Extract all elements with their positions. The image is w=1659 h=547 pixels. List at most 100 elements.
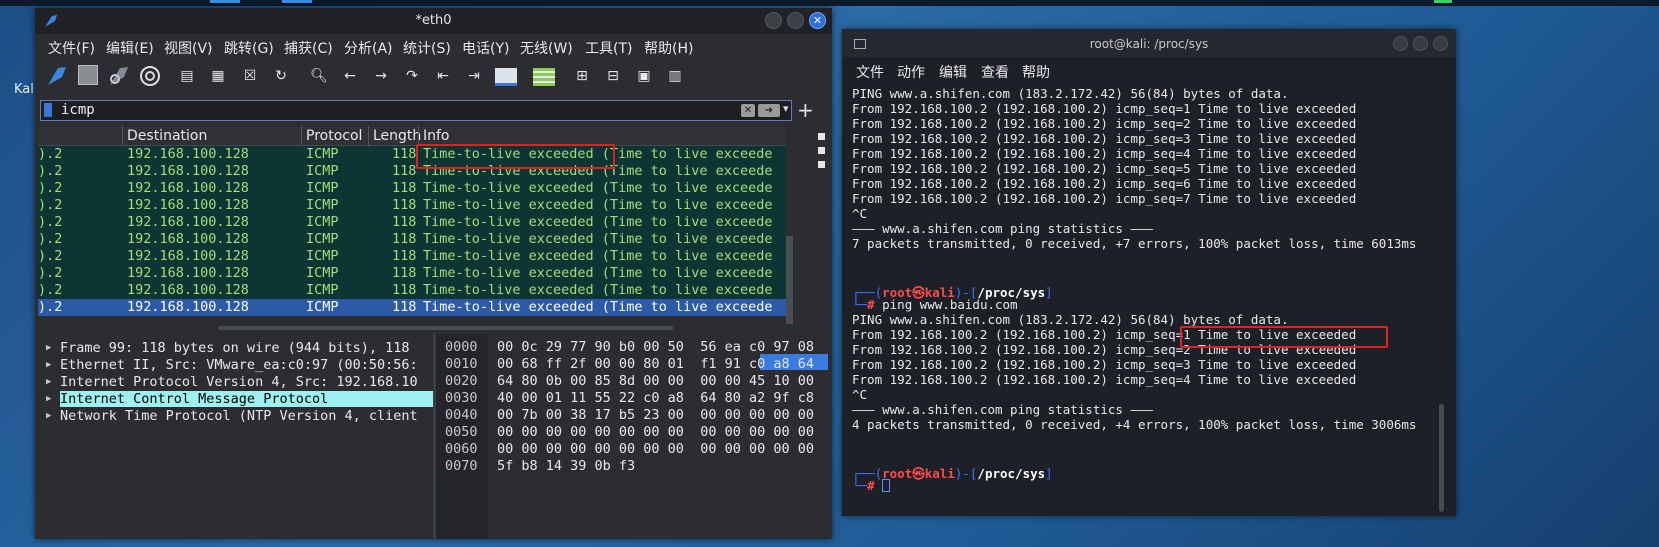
column-length[interactable]: Length <box>373 128 421 144</box>
hex-bytes: 5f b8 14 39 0b f3 <box>497 458 636 474</box>
menu-edit[interactable]: 编辑 <box>939 62 967 82</box>
packet-row[interactable]: ).2 192.168.100.128 ICMP 118 Time-to-live ex… <box>38 163 788 180</box>
packet-cell-src: ).2 <box>38 282 63 298</box>
details-row-ntp[interactable]: ▶ Network Time Protocol (NTP Version 4, c… <box>38 408 433 425</box>
horizontal-scrollbar[interactable] <box>218 326 673 330</box>
expand-arrow-icon[interactable]: ▶ <box>46 357 51 374</box>
go-to-packet-icon[interactable]: ↷ <box>402 66 422 86</box>
packet-list-scrollbar[interactable] <box>786 126 793 324</box>
find-packet-icon[interactable]: 🔍︎ <box>309 66 329 86</box>
auto-scroll-icon[interactable] <box>495 68 517 86</box>
packet-row[interactable]: ).2 192.168.100.128 ICMP 118 Time-to-live ex… <box>38 299 788 316</box>
menu-file[interactable]: 文件(F) <box>48 38 95 58</box>
close-file-icon[interactable]: ☒ <box>240 66 260 86</box>
last-packet-icon[interactable]: ⇥ <box>464 66 484 86</box>
packet-row[interactable]: ).2 192.168.100.128 ICMP 118 Time-to-live ex… <box>38 248 788 265</box>
expand-arrow-icon[interactable]: ▶ <box>46 374 51 391</box>
zoom-out-icon[interactable]: ⊟ <box>603 66 623 86</box>
terminal-menu-bar: 文件 动作 编辑 查看 帮助 <box>842 59 1456 81</box>
details-row-frame[interactable]: ▶ Frame 99: 118 bytes on wire (944 bits),… <box>38 340 433 357</box>
text-cursor[interactable] <box>882 479 891 492</box>
menu-actions[interactable]: 动作 <box>897 62 925 82</box>
network-meter <box>1434 0 1452 3</box>
command-text: ping www.baidu.com <box>882 297 1018 312</box>
expand-arrow-icon[interactable]: ▶ <box>46 340 51 357</box>
menu-help[interactable]: 帮助(H) <box>644 38 693 58</box>
hex-bytes: 00 68 ff 2f 00 00 80 01 f1 91 c0 a8 64 <box>497 356 814 372</box>
menu-view[interactable]: 视图(V) <box>164 38 213 58</box>
menu-statistics[interactable]: 统计(S) <box>403 38 451 58</box>
close-button[interactable] <box>1433 36 1448 51</box>
terminal-output-line: ——— www.a.shifen.com ping statistics ——— <box>852 221 1154 236</box>
first-packet-icon[interactable]: ⇤ <box>433 66 453 86</box>
expand-arrow-icon[interactable]: ▶ <box>46 408 51 425</box>
bookmark-icon[interactable] <box>44 103 52 117</box>
desktop-icon-label[interactable]: Kal <box>14 82 34 97</box>
packet-row[interactable]: ).2 192.168.100.128 ICMP 118 Time-to-live ex… <box>38 214 788 231</box>
packet-row[interactable]: ).2 192.168.100.128 ICMP 118 Time-to-live ex… <box>38 265 788 282</box>
menu-telephony[interactable]: 电话(Y) <box>462 38 509 58</box>
packet-cell-proto: ICMP <box>306 163 339 179</box>
packet-row[interactable]: ).2 192.168.100.128 ICMP 118 Time-to-live ex… <box>38 146 788 163</box>
packet-row[interactable]: ).2 192.168.100.128 ICMP 118 Time-to-live ex… <box>38 197 788 214</box>
packet-row[interactable]: ).2 192.168.100.128 ICMP 118 Time-to-live ex… <box>38 231 788 248</box>
details-row-ethernet[interactable]: ▶ Ethernet II, Src: VMware_ea:c0:97 (00:5… <box>38 357 433 374</box>
zoom-in-icon[interactable]: ⊞ <box>572 66 592 86</box>
close-button[interactable]: ✕ <box>809 12 826 29</box>
packet-cell-dst: 192.168.100.128 <box>127 214 249 230</box>
packet-cell-src: ).2 <box>38 231 63 247</box>
menu-tools[interactable]: 工具(T) <box>585 38 632 58</box>
menu-go[interactable]: 跳转(G) <box>224 38 274 58</box>
minimize-button[interactable] <box>1393 36 1408 51</box>
menu-wireless[interactable]: 无线(W) <box>520 38 573 58</box>
maximize-button[interactable] <box>1413 36 1428 51</box>
column-protocol[interactable]: Protocol <box>306 128 362 144</box>
column-info[interactable]: Info <box>423 128 450 144</box>
packet-cell-dst: 192.168.100.128 <box>127 282 249 298</box>
packet-cell-info: Time-to-live exceeded (Time to live exce… <box>423 265 773 281</box>
details-row-icmp[interactable]: ▶ Internet Control Message Protocol <box>38 391 433 408</box>
menu-capture[interactable]: 捕获(C) <box>284 38 333 58</box>
filter-history-dropdown-icon[interactable]: ▾ <box>783 102 789 115</box>
stop-capture-icon[interactable] <box>78 65 98 85</box>
capture-options-icon[interactable] <box>138 64 162 88</box>
column-destination[interactable]: Destination <box>127 128 207 144</box>
menu-help[interactable]: 帮助 <box>1022 62 1050 82</box>
apply-filter-icon[interactable]: ➜ <box>758 104 780 117</box>
go-back-icon[interactable]: ← <box>340 66 360 86</box>
packet-cell-src: ).2 <box>38 265 63 281</box>
reload-file-icon[interactable]: ↻ <box>271 66 291 86</box>
restart-capture-icon[interactable] <box>107 64 131 88</box>
terminal-scrollbar[interactable] <box>1439 404 1444 512</box>
packet-cell-proto: ICMP <box>306 231 339 247</box>
save-file-icon[interactable]: ▦ <box>208 66 228 86</box>
start-capture-icon[interactable] <box>45 64 69 88</box>
colorize-icon[interactable] <box>533 68 555 86</box>
menu-view[interactable]: 查看 <box>981 62 1009 82</box>
open-file-icon[interactable]: ▤ <box>177 66 197 86</box>
display-filter-bar[interactable]: icmp ✕ ➜ ▾ <box>40 100 792 121</box>
display-filter-input[interactable]: icmp <box>61 102 95 118</box>
expand-arrow-icon[interactable]: ▶ <box>46 391 51 408</box>
packet-cell-info: Time-to-live exceeded (Time to live exce… <box>423 282 773 298</box>
window-titlebar[interactable]: *eth0 ✕ <box>35 8 832 34</box>
minimize-button[interactable] <box>765 12 782 29</box>
menu-edit[interactable]: 编辑(E) <box>106 38 154 58</box>
menu-file[interactable]: 文件 <box>856 62 884 82</box>
clear-filter-icon[interactable]: ✕ <box>741 104 755 117</box>
resize-columns-icon[interactable]: ▥ <box>665 66 685 86</box>
terminal-output-line: ——— www.a.shifen.com ping statistics ——— <box>852 402 1154 417</box>
terminal-titlebar[interactable]: root@kali: /proc/sys <box>842 29 1456 57</box>
packet-row[interactable]: ).2 192.168.100.128 ICMP 118 Time-to-live ex… <box>38 282 788 299</box>
normal-size-icon[interactable]: ▣ <box>634 66 654 86</box>
add-filter-button-icon[interactable]: + <box>797 98 814 122</box>
menu-analyze[interactable]: 分析(A) <box>344 38 393 58</box>
packet-cell-dst: 192.168.100.128 <box>127 299 249 315</box>
go-forward-icon[interactable]: → <box>371 66 391 86</box>
terminal-output[interactable]: PING www.a.shifen.com (183.2.172.42) 56(… <box>852 86 1442 516</box>
terminal-output-line: PING www.a.shifen.com (183.2.172.42) 56(… <box>852 312 1289 327</box>
scrollbar-thumb[interactable] <box>786 236 793 324</box>
packet-row[interactable]: ).2 192.168.100.128 ICMP 118 Time-to-live ex… <box>38 180 788 197</box>
details-row-ipv4[interactable]: ▶ Internet Protocol Version 4, Src: 192.1… <box>38 374 433 391</box>
maximize-button[interactable] <box>787 12 804 29</box>
